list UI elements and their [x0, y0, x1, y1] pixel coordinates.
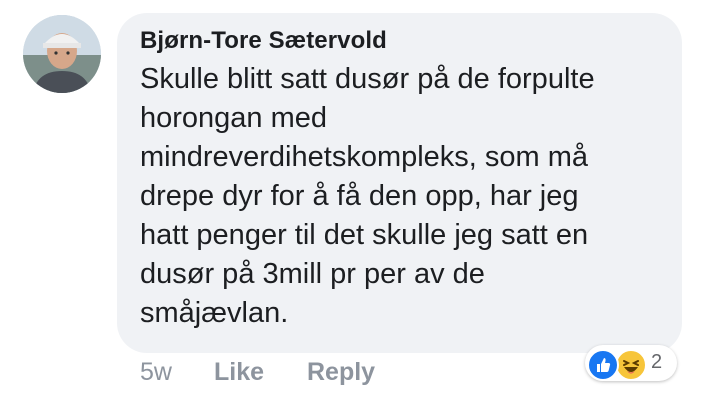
- haha-icon: [615, 349, 647, 381]
- reaction-count: 2: [651, 351, 663, 373]
- like-button[interactable]: Like: [214, 358, 264, 387]
- comment-author-name[interactable]: Bjørn-Tore Sætervold: [140, 27, 387, 55]
- like-icon: [587, 349, 619, 381]
- comment-text: Skulle blitt satt dusør på de forpulte h…: [140, 63, 595, 329]
- comment-timestamp[interactable]: 5w: [140, 358, 172, 387]
- avatar[interactable]: [23, 15, 101, 93]
- avatar-photo: [23, 15, 101, 93]
- reply-button[interactable]: Reply: [307, 358, 375, 387]
- reactions-summary[interactable]: 2: [585, 345, 677, 381]
